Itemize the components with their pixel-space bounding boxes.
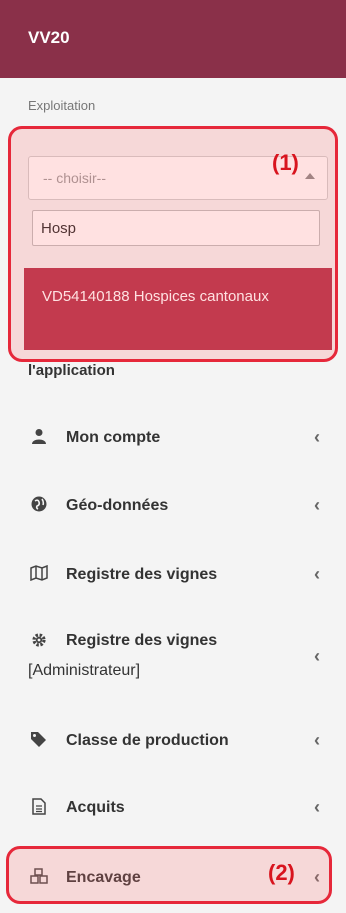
menu-label: Géo-données xyxy=(66,497,169,514)
chevron-left-icon: ‹ xyxy=(314,495,320,515)
annotation-label-1: (1) xyxy=(272,150,299,175)
annotation-label-2: (2) xyxy=(268,860,295,885)
sidebar: Exploitation -- choisir-- VD54140188 Hos… xyxy=(0,78,346,913)
exploitation-label: Exploitation xyxy=(28,98,96,113)
tags-icon xyxy=(30,731,48,749)
gear-icon xyxy=(30,632,48,650)
globe-icon xyxy=(30,496,48,514)
menu-item-geo-donnees[interactable]: Géo-données ‹ xyxy=(0,491,346,521)
chevron-left-icon: ‹ xyxy=(314,797,320,817)
app-title[interactable]: VV20 xyxy=(28,28,70,48)
menu-label: Classe de production xyxy=(66,732,229,749)
menu-label: Registre des vignes xyxy=(66,566,218,583)
menu-label: Registre des vignes xyxy=(66,632,218,649)
document-icon xyxy=(30,798,48,816)
menu-item-registre-des-vignes[interactable]: Registre des vignes ‹ xyxy=(0,560,346,590)
chevron-left-icon: ‹ xyxy=(314,427,320,447)
user-icon xyxy=(30,428,48,446)
chevron-left-icon: ‹ xyxy=(314,646,320,666)
menu-label-secondary: [Administrateur] xyxy=(28,662,141,679)
menu-item-registre-des-vignes-admin[interactable]: Registre des vignes [Administrateur] ‹ xyxy=(0,628,346,688)
menu-item-classe-de-production[interactable]: Classe de production ‹ xyxy=(0,726,346,756)
menu-item-mon-compte[interactable]: Mon compte ‹ xyxy=(0,423,346,453)
chevron-left-icon: ‹ xyxy=(314,564,320,584)
app-header: VV20 xyxy=(0,0,346,78)
menu-item-acquits[interactable]: Acquits ‹ xyxy=(0,793,346,823)
chevron-left-icon: ‹ xyxy=(314,730,320,750)
menu-label: Mon compte xyxy=(66,429,161,446)
menu-label: Acquits xyxy=(66,799,125,816)
map-icon xyxy=(30,564,48,583)
application-text: l'application xyxy=(28,362,115,379)
